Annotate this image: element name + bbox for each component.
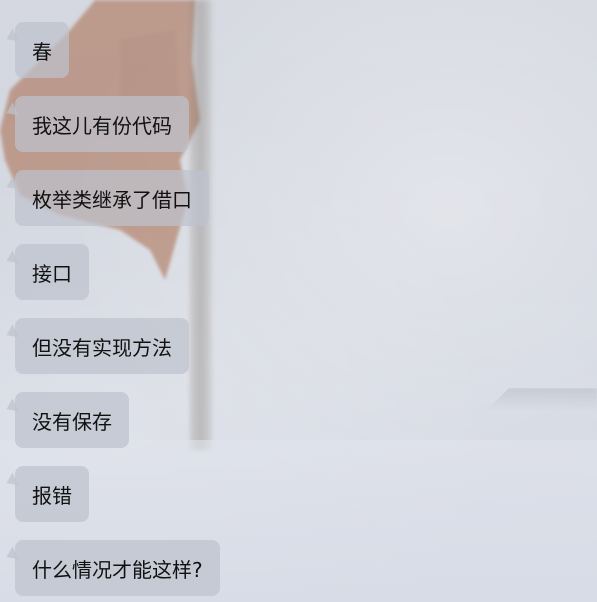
chat-bubble[interactable]: 枚举类继承了借口	[15, 170, 209, 226]
message-text: 春	[32, 39, 52, 64]
message-text: 我这儿有份代码	[32, 113, 172, 138]
message-text: 接口	[32, 261, 72, 286]
message-text: 没有保存	[32, 409, 112, 434]
chat-bubble[interactable]: 没有保存	[15, 392, 129, 448]
chat-message-list: 春 我这儿有份代码 枚举类继承了借口 接口 但没有实现方法 没有保存 报错 什么…	[0, 0, 597, 602]
chat-bubble[interactable]: 什么情况才能这样?	[15, 540, 220, 596]
message-text: 报错	[32, 483, 72, 508]
chat-bubble[interactable]: 但没有实现方法	[15, 318, 189, 374]
chat-bubble[interactable]: 我这儿有份代码	[15, 96, 189, 152]
chat-bubble[interactable]: 接口	[15, 244, 89, 300]
chat-bubble[interactable]: 报错	[15, 466, 89, 522]
chat-bubble[interactable]: 春	[15, 22, 69, 78]
message-text: 但没有实现方法	[32, 335, 172, 360]
message-text: 枚举类继承了借口	[32, 187, 192, 212]
message-text: 什么情况才能这样?	[32, 557, 203, 582]
